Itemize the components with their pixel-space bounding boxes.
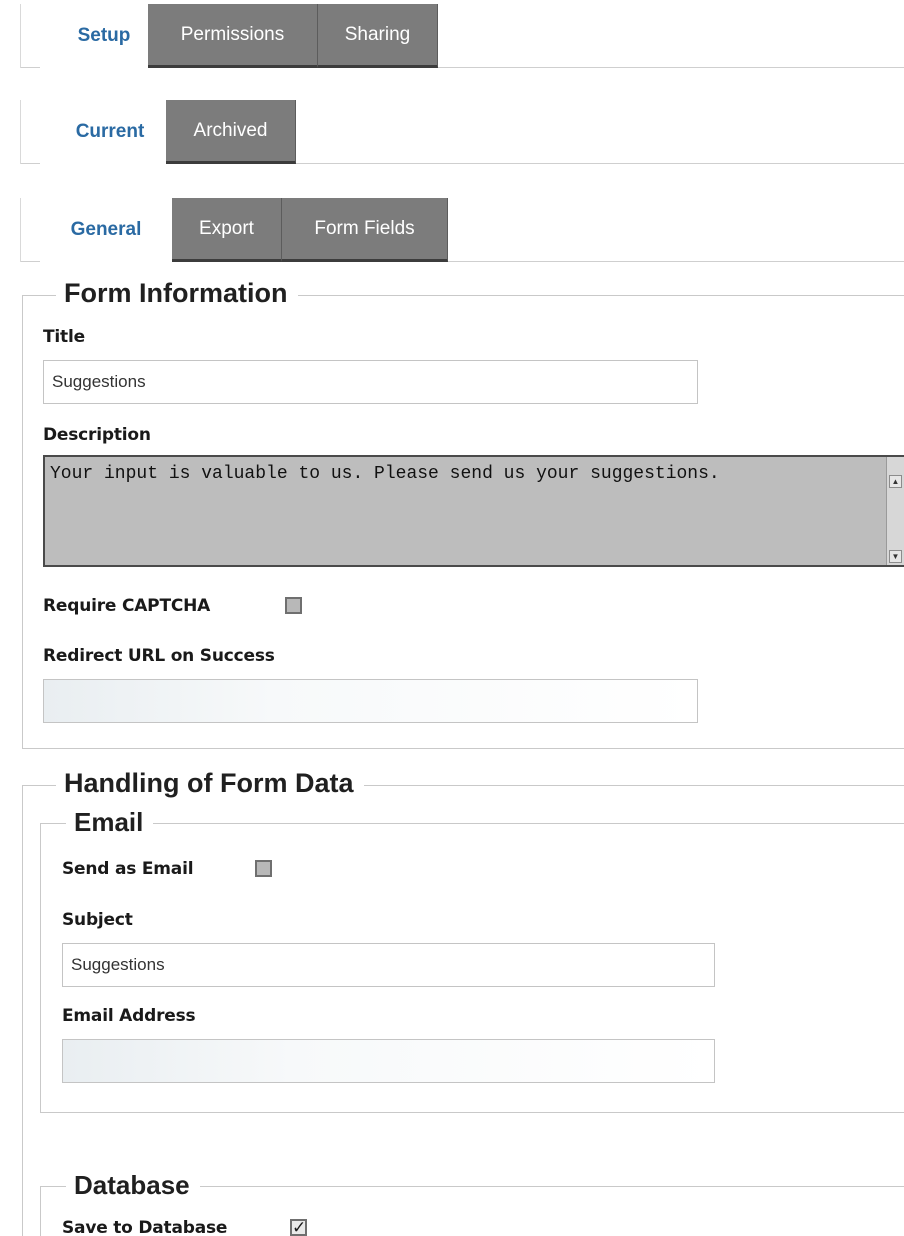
redirect-url-label: Redirect URL on Success: [43, 646, 275, 666]
save-database-checkbox[interactable]: ✓: [290, 1219, 307, 1236]
subject-input[interactable]: Suggestions: [62, 943, 715, 987]
checkmark-icon: ✓: [292, 1218, 307, 1236]
tab-current[interactable]: Current: [40, 100, 180, 164]
subject-label: Subject: [62, 910, 133, 930]
email-address-label: Email Address: [62, 1006, 196, 1026]
email-address-input[interactable]: [62, 1039, 715, 1083]
title-input[interactable]: Suggestions: [43, 360, 698, 404]
tab-form-fields[interactable]: Form Fields: [282, 198, 448, 262]
scroll-up-arrow-icon[interactable]: ▲: [889, 475, 902, 488]
description-scrollbar[interactable]: ▲ ▼: [886, 457, 904, 565]
form-tab-bar: General Export Form Fields: [20, 198, 904, 262]
tab-bar-divider: [20, 100, 21, 164]
description-text: Your input is valuable to us. Please sen…: [50, 464, 720, 484]
description-textarea[interactable]: Your input is valuable to us. Please sen…: [43, 455, 904, 567]
captcha-checkbox[interactable]: [285, 597, 302, 614]
tab-general[interactable]: General: [40, 198, 172, 262]
form-information-legend: Form Information: [56, 278, 298, 309]
tab-bar-divider: [20, 198, 21, 262]
send-email-checkbox[interactable]: [255, 860, 272, 877]
description-label: Description: [43, 425, 151, 445]
version-tab-bar: Current Archived: [20, 100, 904, 164]
tab-archived[interactable]: Archived: [166, 100, 296, 164]
save-database-label: Save to Database: [62, 1218, 228, 1236]
captcha-label: Require CAPTCHA: [43, 596, 211, 616]
top-tab-bar: Setup Permissions Sharing: [20, 4, 904, 68]
tab-bar-divider: [20, 4, 21, 68]
title-label: Title: [43, 327, 85, 347]
redirect-url-input[interactable]: [43, 679, 698, 723]
tab-export[interactable]: Export: [172, 198, 282, 262]
database-legend: Database: [66, 1170, 200, 1201]
send-email-label: Send as Email: [62, 859, 194, 879]
tab-permissions[interactable]: Permissions: [148, 4, 318, 68]
handling-legend: Handling of Form Data: [56, 768, 364, 799]
scroll-down-arrow-icon[interactable]: ▼: [889, 550, 902, 563]
tab-sharing[interactable]: Sharing: [318, 4, 438, 68]
email-legend: Email: [66, 807, 154, 838]
